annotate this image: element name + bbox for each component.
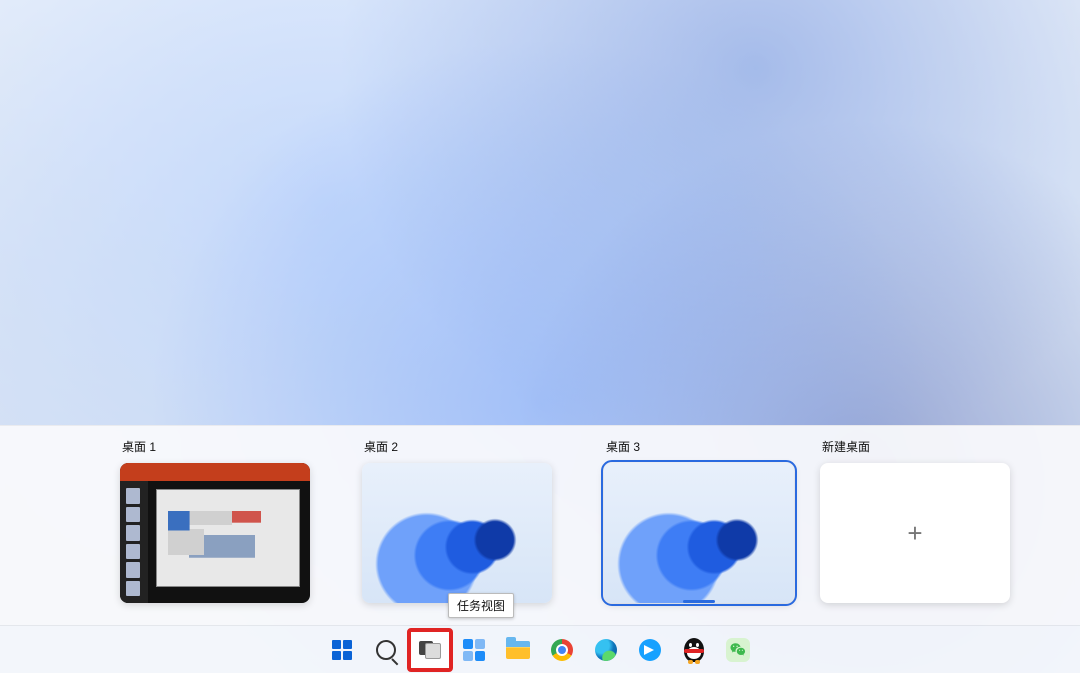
- qq-button[interactable]: [673, 630, 715, 670]
- search-icon: [376, 640, 396, 660]
- active-desktop-indicator: [683, 600, 715, 603]
- task-view-icon: [419, 641, 441, 659]
- virtual-desktop-label: 桌面 2: [364, 438, 552, 455]
- task-view-tooltip: 任务视图: [448, 593, 514, 618]
- task-view-tray: 桌面 1 桌面 2 桌面 3 新建桌面 +: [0, 425, 1080, 625]
- virtual-desktop-3[interactable]: 桌面 3: [604, 438, 794, 625]
- new-desktop-label: 新建桌面: [822, 438, 1010, 455]
- taskbar: [0, 625, 1080, 673]
- virtual-desktop-1[interactable]: 桌面 1: [120, 438, 310, 625]
- file-explorer-button[interactable]: [497, 630, 539, 670]
- plus-icon: +: [907, 518, 922, 549]
- virtual-desktop-label: 桌面 1: [122, 438, 310, 455]
- bird-icon: [639, 639, 661, 661]
- chrome-icon: [551, 639, 573, 661]
- new-desktop[interactable]: 新建桌面 +: [820, 438, 1010, 625]
- task-view-button[interactable]: [409, 630, 451, 670]
- widgets-button[interactable]: [453, 630, 495, 670]
- virtual-desktop-label: 桌面 3: [606, 438, 794, 455]
- chrome-button[interactable]: [541, 630, 583, 670]
- start-button[interactable]: [321, 630, 363, 670]
- wechat-button[interactable]: [717, 630, 759, 670]
- wechat-icon: [726, 638, 750, 662]
- virtual-desktop-thumbnail[interactable]: [604, 463, 794, 603]
- app-blue-button[interactable]: [629, 630, 671, 670]
- virtual-desktop-thumbnail[interactable]: [362, 463, 552, 603]
- edge-icon: [595, 639, 617, 661]
- explorer-icon: [506, 641, 530, 659]
- widgets-icon: [463, 639, 485, 661]
- qq-icon: [684, 638, 704, 662]
- start-icon: [332, 640, 352, 660]
- edge-button[interactable]: [585, 630, 627, 670]
- virtual-desktop-thumbnail[interactable]: [120, 463, 310, 603]
- search-button[interactable]: [365, 630, 407, 670]
- new-desktop-button[interactable]: +: [820, 463, 1010, 603]
